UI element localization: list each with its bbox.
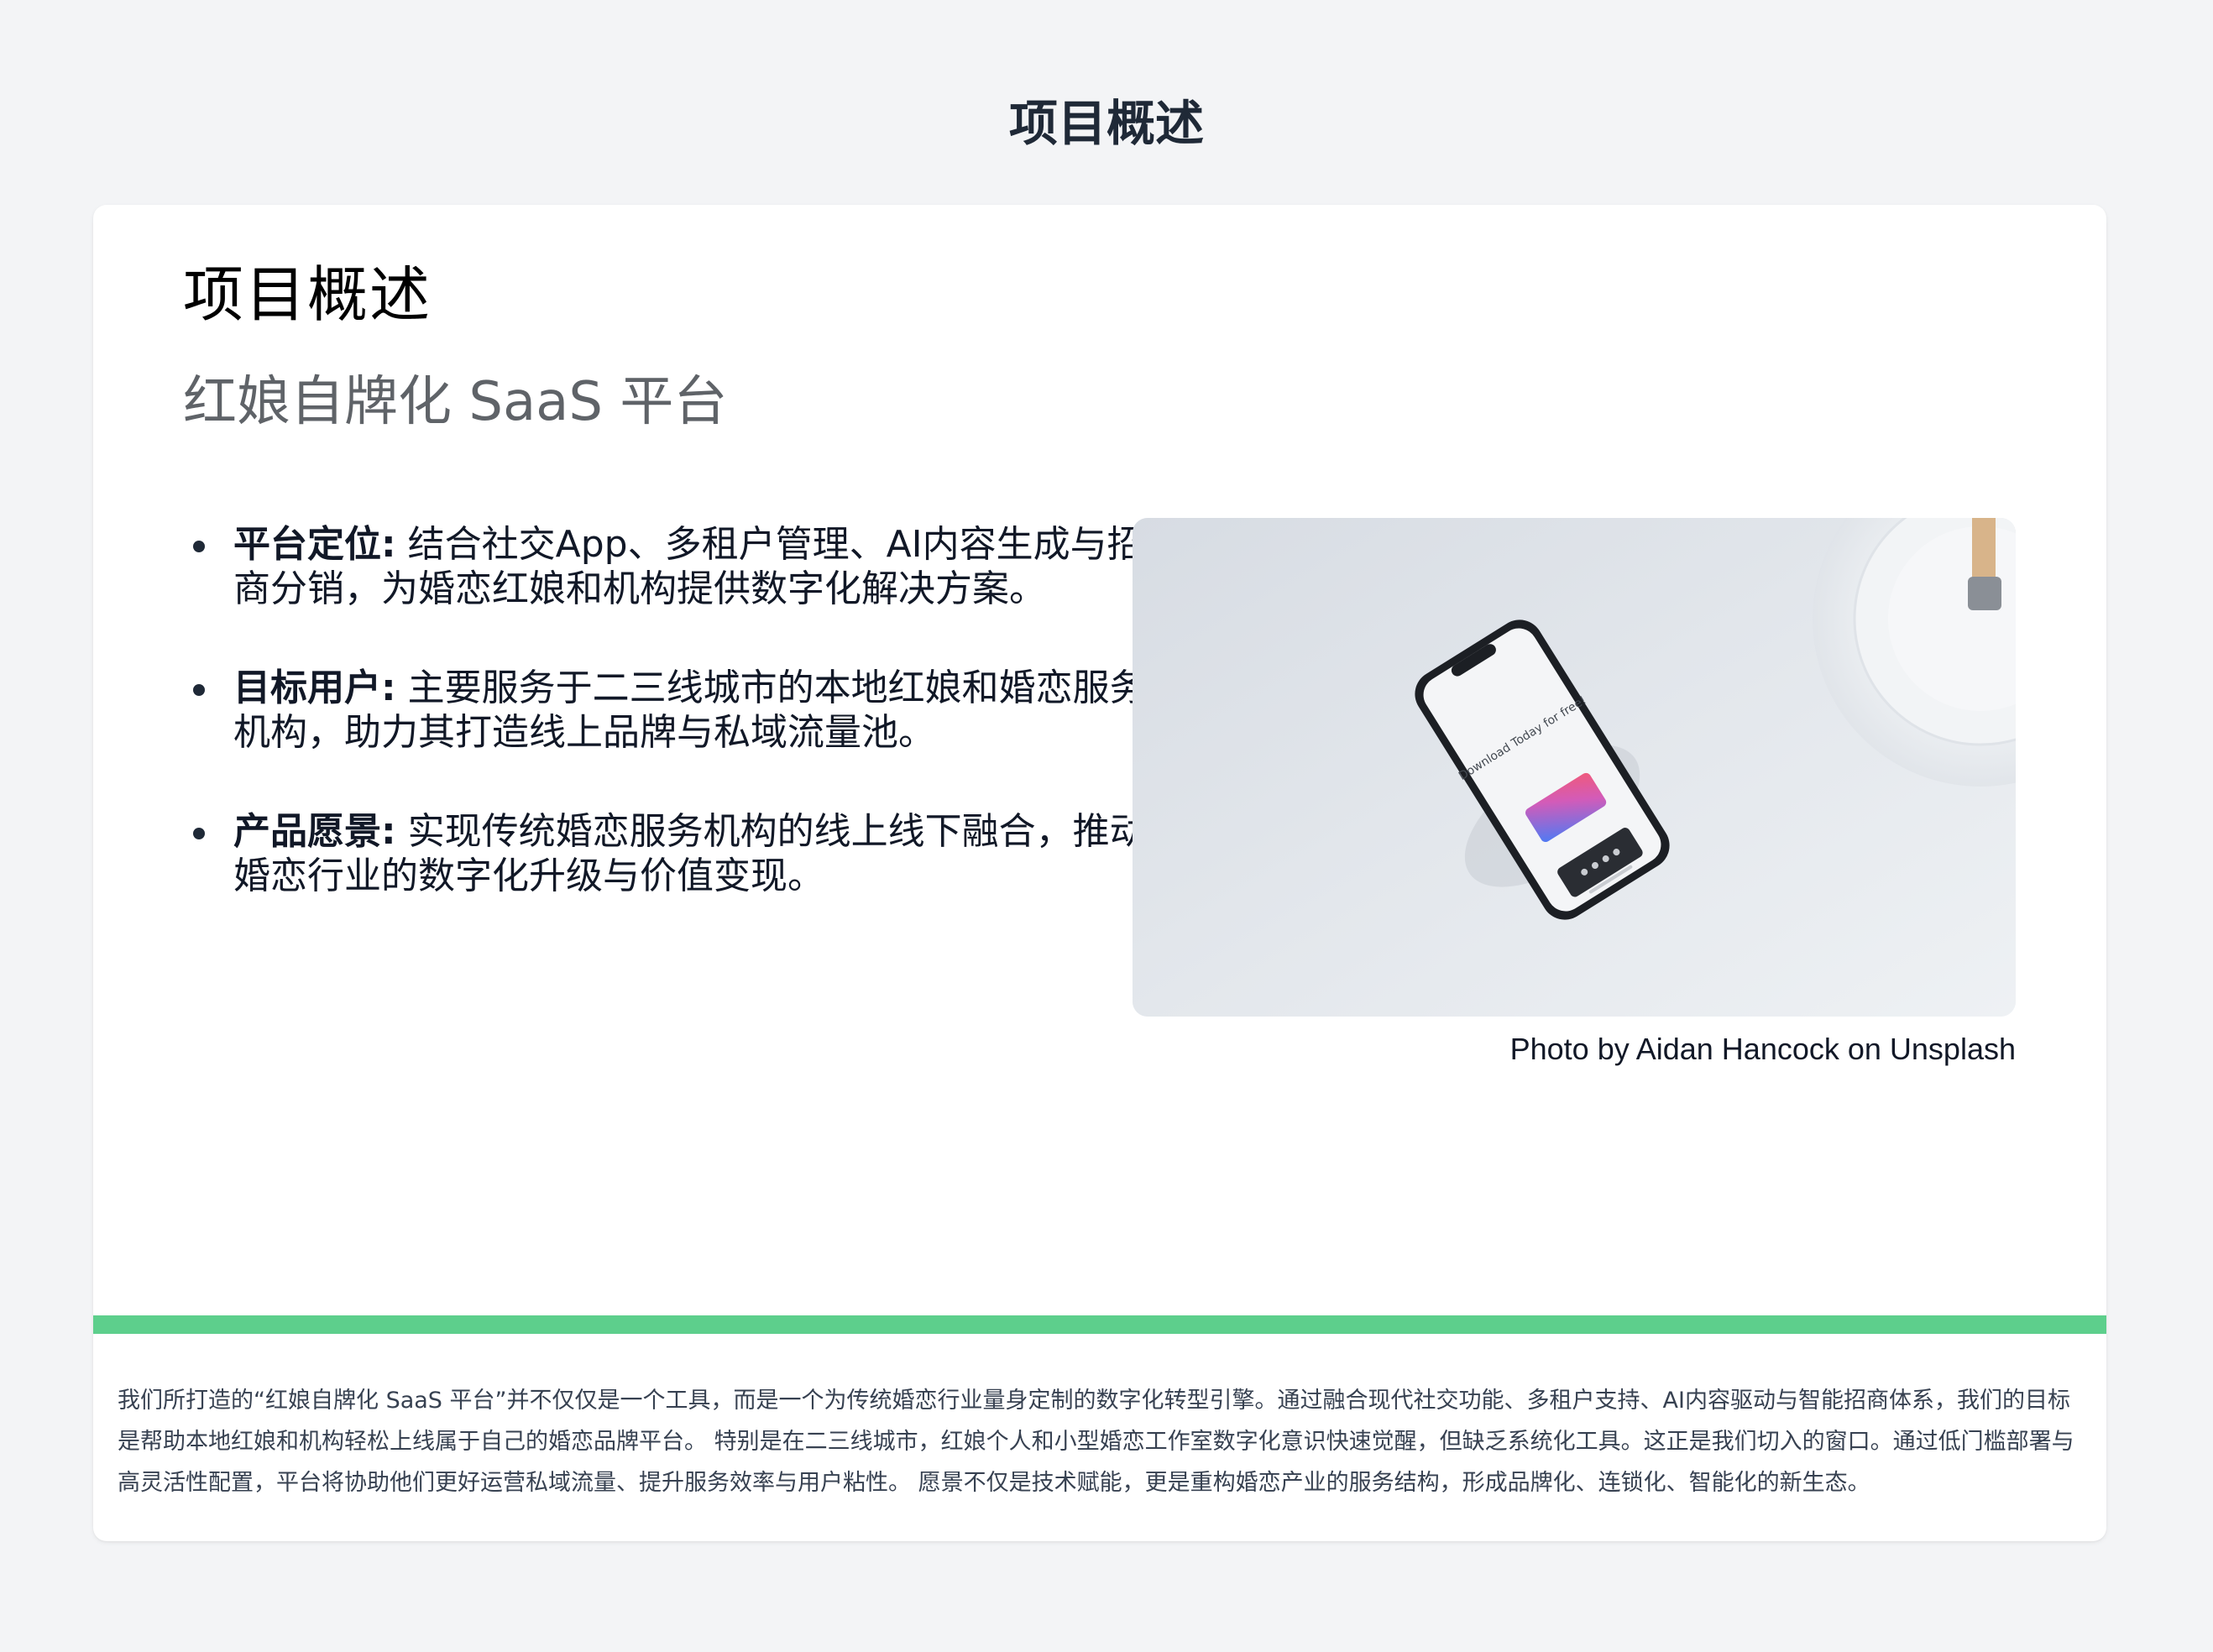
bullet-item-vision: 产品愿景: 实现传统婚恋服务机构的线上线下融合，推动婚恋行业的数字化升级与价值变… bbox=[183, 809, 1165, 898]
bullet-item-target-users: 目标用户: 主要服务于二三线城市的本地红娘和婚恋服务机构，助力其打造线上品牌与私… bbox=[183, 666, 1165, 755]
bullet-dot-icon bbox=[193, 541, 205, 552]
bullet-label: 目标用户: bbox=[233, 667, 396, 709]
bullet-dot-icon bbox=[193, 828, 205, 839]
slide-subtitle: 红娘自牌化 SaaS 平台 bbox=[183, 371, 728, 433]
bullet-label: 平台定位: bbox=[233, 523, 396, 566]
phone-on-desk-photo: Download Today for free! bbox=[1133, 518, 2016, 1017]
slide-card: 项目概述 红娘自牌化 SaaS 平台 平台定位: 结合社交App、多租户管理、A… bbox=[93, 205, 2106, 1541]
bullet-list: 平台定位: 结合社交App、多租户管理、AI内容生成与招商分销，为婚恋红娘和机构… bbox=[183, 522, 1165, 953]
photo-credit: Photo by Aidan Hancock on Unsplash bbox=[1509, 1032, 2016, 1066]
bullet-label: 产品愿景: bbox=[233, 810, 396, 853]
bullet-item-positioning: 平台定位: 结合社交App、多租户管理、AI内容生成与招商分销，为婚恋红娘和机构… bbox=[183, 522, 1165, 611]
footer-description: 我们所打造的“红娘自牌化 SaaS 平台”并不仅仅是一个工具，而是一个为传统婚恋… bbox=[118, 1388, 2074, 1496]
slide-title: 项目概述 bbox=[183, 259, 432, 330]
bullet-dot-icon bbox=[193, 684, 205, 696]
accent-divider bbox=[93, 1315, 2106, 1334]
page-heading: 项目概述 bbox=[1008, 95, 1204, 152]
